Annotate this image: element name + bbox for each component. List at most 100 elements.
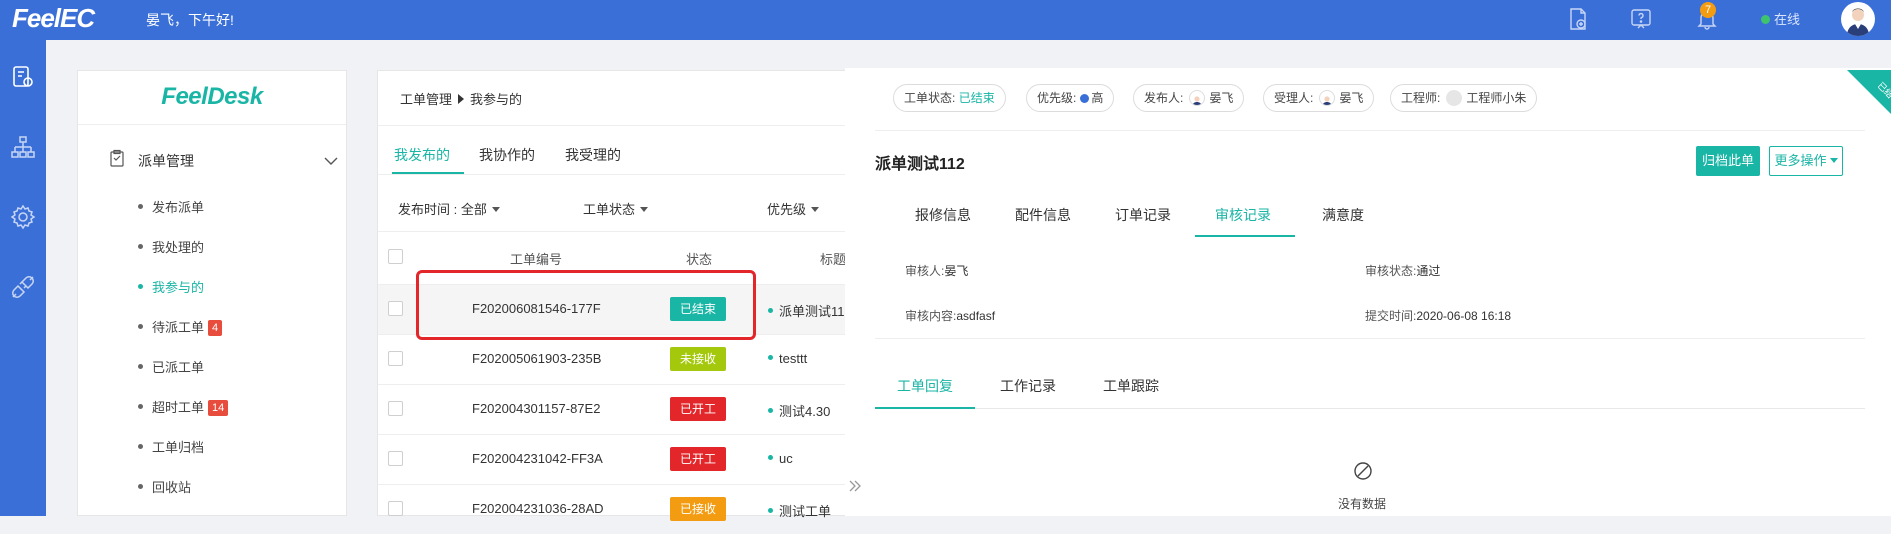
- tab-ticket-reply[interactable]: 工单回复: [897, 376, 953, 396]
- dispatch-management-group[interactable]: 派单管理: [108, 147, 348, 177]
- filter-ticket-status[interactable]: 工单状态: [583, 199, 649, 218]
- settings-icon[interactable]: [8, 202, 38, 232]
- row-checkbox[interactable]: [388, 501, 403, 516]
- count-badge: 4: [208, 320, 223, 336]
- menu-item-label: 回收站: [152, 480, 192, 495]
- breadcrumb-current: 我参与的: [470, 92, 523, 107]
- audit-reviewer: 审核人:晏飞: [905, 262, 968, 279]
- chip-label: 受理人:: [1274, 91, 1314, 105]
- tab-collaborating[interactable]: 我协作的: [479, 145, 535, 165]
- count-badge: 14: [208, 400, 229, 416]
- bullet-icon: [138, 364, 143, 369]
- filter-publish-time[interactable]: 发布时间 : 全部: [398, 199, 500, 218]
- field-value: 2020-06-08 16:18: [1416, 309, 1512, 323]
- bullet-icon: [138, 284, 143, 289]
- table-row[interactable]: F202004231036-28AD 已接收 测试工单: [378, 484, 848, 534]
- tab-work-records[interactable]: 工作记录: [1000, 376, 1056, 396]
- bullet-icon: [138, 404, 143, 409]
- column-header-status[interactable]: 状态: [686, 249, 712, 268]
- select-all-checkbox[interactable]: [388, 249, 403, 264]
- chip-acceptor: 受理人: 晏飞: [1263, 84, 1375, 112]
- clipboard-icon: [108, 149, 126, 167]
- tab-audit-records[interactable]: 审核记录: [1215, 205, 1271, 225]
- menu-item-participated[interactable]: 我参与的: [138, 277, 204, 296]
- menu-item-publish-dispatch[interactable]: 发布派单: [138, 197, 204, 216]
- active-subtab-indicator: [875, 407, 975, 409]
- menu-item-label: 我参与的: [152, 280, 205, 295]
- field-label: 提交时间:: [1365, 309, 1417, 323]
- status-badge: 已开工: [670, 397, 726, 421]
- plugin-icon[interactable]: [8, 272, 38, 302]
- field-label: 审核人:: [905, 264, 945, 278]
- filter-priority[interactable]: 优先级: [767, 199, 820, 218]
- notification-badge: 7: [1700, 2, 1716, 18]
- tab-published-by-me[interactable]: 我发布的: [394, 145, 450, 165]
- online-status[interactable]: 在线: [1761, 9, 1800, 28]
- tab-satisfaction[interactable]: 满意度: [1322, 205, 1364, 225]
- tab-parts-info[interactable]: 配件信息: [1015, 205, 1071, 225]
- collapse-drawer-icon[interactable]: [847, 478, 863, 494]
- ticket-settings-icon[interactable]: [8, 62, 38, 92]
- ticket-title: 派单测试112: [768, 301, 848, 320]
- chevron-down-icon[interactable]: [324, 153, 338, 165]
- row-checkbox[interactable]: [388, 301, 403, 316]
- table-row[interactable]: F202004231042-FF3A 已开工 uc: [378, 434, 848, 484]
- filter-label: 发布时间 : 全部: [398, 202, 487, 217]
- status-badge: 已接收: [670, 497, 726, 521]
- menu-item-overdue[interactable]: 超时工单 14: [138, 397, 229, 416]
- ticket-title: testtt: [768, 351, 848, 366]
- archive-button[interactable]: 归档此单: [1696, 146, 1760, 176]
- selected-row-highlight: [416, 270, 756, 340]
- row-checkbox[interactable]: [388, 351, 403, 366]
- divider: [875, 408, 1865, 409]
- tab-order-records[interactable]: 订单记录: [1115, 205, 1171, 225]
- chip-label: 优先级:: [1037, 91, 1077, 105]
- ticket-number: F202004231036-28AD: [472, 501, 604, 516]
- side-menu: FeelDesk 派单管理 发布派单 我处理的 我参与的 待派工单 4 已派工单 …: [77, 70, 347, 516]
- online-dot-icon: [1761, 15, 1770, 24]
- ticket-title: 测试工单: [768, 501, 848, 520]
- help-icon[interactable]: [1628, 6, 1654, 32]
- avatar-icon: [1446, 90, 1463, 106]
- avatar-icon: [1189, 90, 1206, 106]
- tab-repair-info[interactable]: 报修信息: [915, 205, 971, 225]
- top-bar: FeelEC 晏飞，下午好! 7 在线: [0, 0, 1891, 40]
- table-row[interactable]: F202004301157-87E2 已开工 测试4.30: [378, 384, 848, 434]
- menu-item-recycle-bin[interactable]: 回收站: [138, 477, 191, 496]
- caret-down-icon: [811, 207, 820, 212]
- ticket-number: F202004231042-FF3A: [472, 451, 603, 466]
- bullet-icon: [768, 455, 773, 460]
- chip-value: 工程师小朱: [1466, 91, 1527, 105]
- more-actions-button[interactable]: 更多操作: [1769, 146, 1843, 176]
- menu-item-handled-by-me[interactable]: 我处理的: [138, 237, 204, 256]
- app-logo[interactable]: FeelEC: [12, 3, 95, 34]
- table-row[interactable]: F202005061903-235B 未接收 testtt: [378, 334, 848, 384]
- field-value: asdfasf: [956, 309, 996, 323]
- divider: [378, 174, 848, 175]
- user-avatar[interactable]: [1841, 2, 1875, 36]
- avatar-icon: [1319, 90, 1336, 106]
- tab-ticket-tracking[interactable]: 工单跟踪: [1103, 376, 1159, 396]
- bullet-icon: [138, 444, 143, 449]
- tab-accepted-by-me[interactable]: 我受理的: [565, 145, 621, 165]
- menu-item-dispatched[interactable]: 已派工单: [138, 357, 204, 376]
- chip-value: 高: [1091, 91, 1104, 105]
- bullet-icon: [768, 408, 773, 413]
- menu-item-label: 已派工单: [152, 360, 205, 375]
- menu-item-archive[interactable]: 工单归档: [138, 437, 204, 456]
- row-checkbox[interactable]: [388, 451, 403, 466]
- group-label: 派单管理: [138, 153, 194, 169]
- column-header-ticket-no[interactable]: 工单编号: [510, 249, 562, 268]
- document-add-icon[interactable]: [1565, 6, 1591, 32]
- bullet-icon: [138, 204, 143, 209]
- menu-item-pending-dispatch[interactable]: 待派工单 4: [138, 317, 223, 336]
- breadcrumb-root[interactable]: 工单管理: [400, 92, 452, 107]
- row-checkbox[interactable]: [388, 401, 403, 416]
- chip-ticket-status: 工单状态: 已结束: [893, 84, 1006, 112]
- audit-status: 审核状态:通过: [1365, 262, 1440, 279]
- chip-engineer: 工程师: 工程师小朱: [1390, 84, 1538, 112]
- ticket-title: 派单测试112: [875, 156, 965, 173]
- org-chart-icon[interactable]: [8, 132, 38, 162]
- column-header-title[interactable]: 标题: [820, 249, 846, 268]
- ticket-title-text: uc: [779, 451, 793, 466]
